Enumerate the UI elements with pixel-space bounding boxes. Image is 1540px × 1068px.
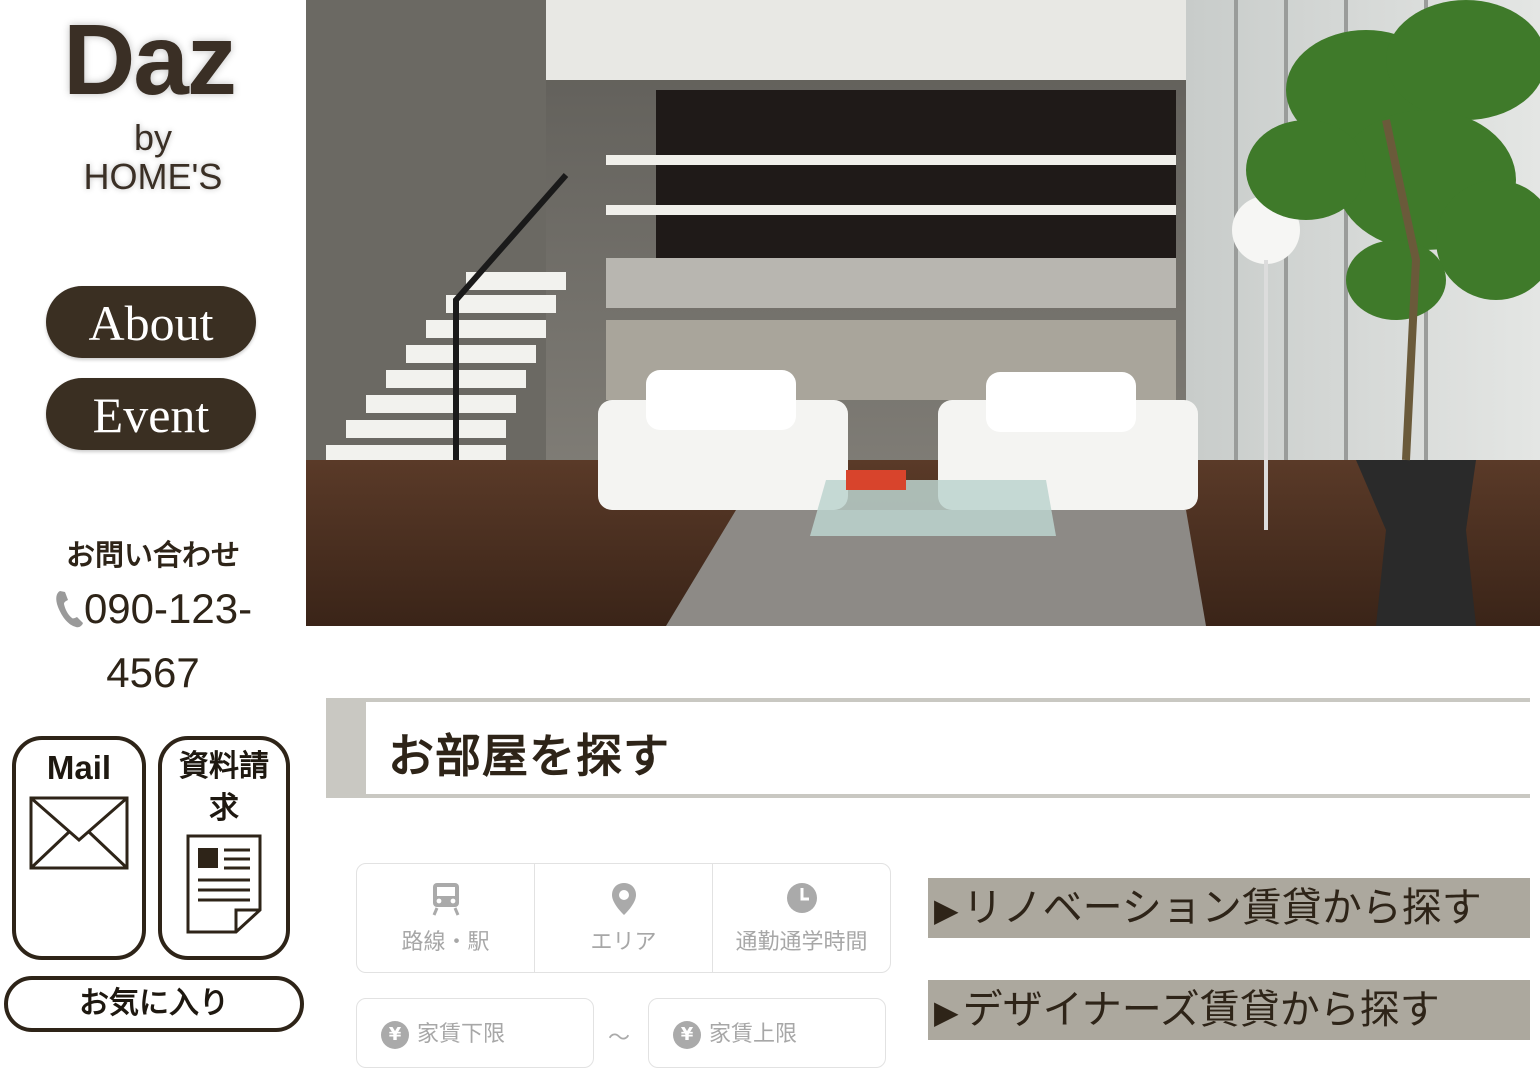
tab-area[interactable]: エリア <box>535 864 713 972</box>
phone-number-line1: 090-123- <box>83 585 253 632</box>
rent-range-separator: 〜 <box>608 1026 631 1051</box>
rent-min-select[interactable]: ¥ 家賃下限 <box>356 998 594 1068</box>
contact-label: お問い合わせ <box>65 538 240 572</box>
train-icon <box>431 882 461 920</box>
triangle-right-icon: ▶ <box>934 993 959 1031</box>
rent-max-label: 家賃上限 <box>709 1022 798 1047</box>
logo-sub-text: HOME'S <box>83 156 223 197</box>
yen-icon: ¥ <box>381 1021 409 1049</box>
map-pin-icon <box>611 882 637 920</box>
section-heading: お部屋を探す <box>326 698 1530 798</box>
phone-number-line2: 4567 <box>106 649 200 696</box>
logo-by-text: by <box>133 117 173 158</box>
brochure-request-button[interactable]: 資料請 求 <box>158 736 290 960</box>
tab-commute-time-label: 通勤通学時間 <box>735 930 868 955</box>
page-title: お部屋を探す <box>388 729 670 783</box>
phone-icon <box>54 586 84 644</box>
tab-line-station[interactable]: 路線・駅 <box>357 864 535 972</box>
clock-icon <box>786 882 818 918</box>
designers-rental-link[interactable]: ▶ デザイナーズ賃貸から探す <box>928 980 1530 1040</box>
tab-line-station-label: 路線・駅 <box>401 930 490 955</box>
event-button[interactable]: Event <box>46 378 256 450</box>
document-icon <box>162 832 286 940</box>
favorites-button[interactable]: お気に入り <box>4 976 304 1032</box>
hero-image <box>306 0 1540 626</box>
envelope-icon <box>16 796 142 874</box>
brochure-request-label-line1: 資料請 <box>179 750 269 783</box>
renovation-rental-link-label: リノベーション賃貸から探す <box>962 885 1482 931</box>
contact-phone[interactable]: 090-123- 4567 <box>20 580 286 702</box>
rent-min-label: 家賃下限 <box>417 1022 506 1047</box>
search-tabs: 路線・駅 エリア 通勤通学時間 <box>356 863 891 973</box>
rent-max-select[interactable]: ¥ 家賃上限 <box>648 998 886 1068</box>
section-heading-panel: お部屋を探す <box>366 702 1530 794</box>
tab-area-label: エリア <box>590 930 657 955</box>
logo-main-text: Daz <box>63 4 237 116</box>
yen-icon: ¥ <box>673 1021 701 1049</box>
brochure-request-label-line2: 求 <box>209 792 239 825</box>
tab-commute-time[interactable]: 通勤通学時間 <box>713 864 890 972</box>
renovation-rental-link[interactable]: ▶ リノベーション賃貸から探す <box>928 878 1530 938</box>
sidebar: Daz by HOME'S About Event お問い合わせ 090-123… <box>0 0 306 1052</box>
designers-rental-link-label: デザイナーズ賃貸から探す <box>962 987 1440 1033</box>
mail-card-label: Mail <box>46 749 112 786</box>
living-room-photo <box>306 0 1540 626</box>
triangle-right-icon: ▶ <box>934 891 959 929</box>
mail-card-button[interactable]: Mail <box>12 736 146 960</box>
about-button[interactable]: About <box>46 286 256 358</box>
site-logo[interactable]: Daz by HOME'S <box>0 10 306 198</box>
